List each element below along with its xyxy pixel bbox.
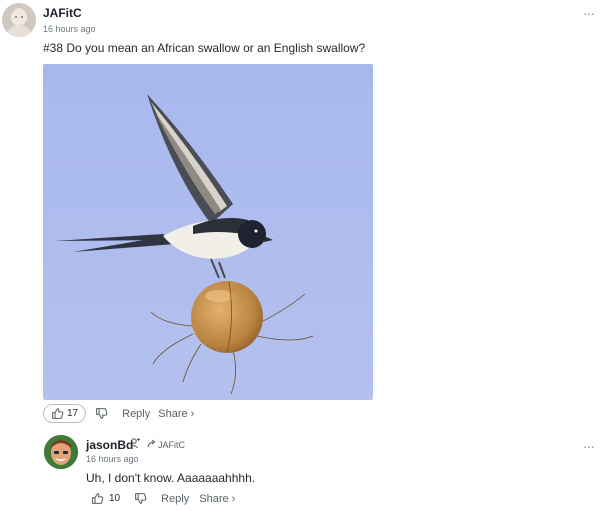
reply-author[interactable]: jasonBd [86,438,133,452]
thumbs-up-icon [91,492,104,505]
thumbs-down-icon[interactable] [134,492,147,505]
like-count: 17 [67,408,79,419]
comment-text: #38 Do you mean an African swallow or an… [43,41,366,55]
reply-button[interactable]: Reply [122,408,150,420]
comment-actions: 17 Reply Share › [43,404,194,423]
reply-text: Uh, I don't know. Aaaaaaahhhh. [86,471,256,485]
comment-image[interactable] [43,64,373,400]
comment-author[interactable]: JAFitC [43,6,82,20]
more-options-icon[interactable]: ··· [583,439,595,453]
reply-timestamp: 16 hours ago [86,454,139,464]
add-follower-icon[interactable] [129,437,141,449]
comment-timestamp: 16 hours ago [43,24,96,34]
reply-actions: 10 Reply Share › [91,492,235,505]
more-options-icon[interactable]: ··· [583,6,595,20]
like-count: 10 [109,493,121,504]
avatar[interactable] [2,3,36,37]
reply-arrow-icon [147,439,157,448]
reply-to-author[interactable]: JAFitC [158,440,185,450]
reply-button[interactable]: Reply [161,493,189,505]
reply-avatar[interactable] [44,435,78,469]
share-button[interactable]: Share › [199,493,235,505]
like-button[interactable]: 10 [91,492,120,505]
share-button[interactable]: Share › [158,408,194,420]
thumbs-up-icon [51,407,64,420]
thumbs-down-icon[interactable] [95,407,108,420]
like-button[interactable]: 17 [43,404,87,423]
